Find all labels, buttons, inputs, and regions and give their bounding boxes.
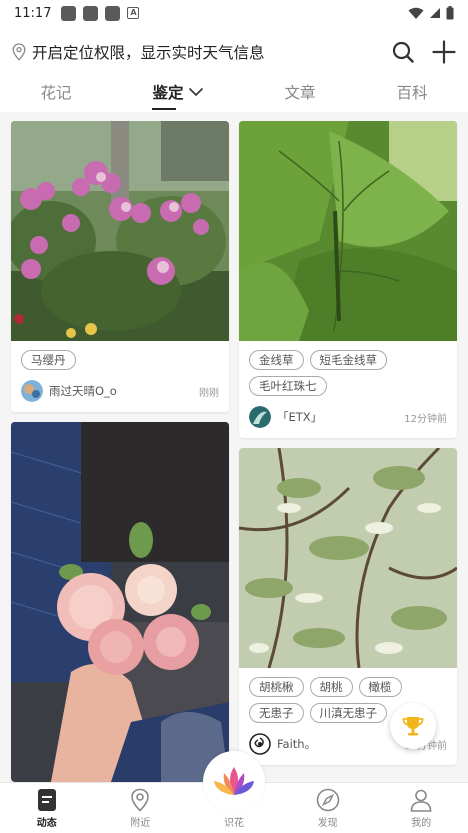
username[interactable]: 雨过天晴O_o [49, 383, 117, 399]
nav-nearby[interactable]: 附近 [110, 788, 170, 829]
battery-icon [446, 6, 454, 20]
post-card[interactable]: 金线草 短毛金线草 毛叶红珠七 「ETX」 12分钟前 [239, 121, 457, 438]
avatar[interactable] [249, 733, 271, 755]
nav-label: 我的 [411, 818, 432, 829]
nav-label: 附近 [130, 818, 151, 829]
signal-icon [430, 8, 440, 18]
species-tag[interactable]: 橄榄 [358, 677, 402, 697]
nav-label: 发现 [317, 818, 338, 829]
tab-label: 花记 [40, 84, 72, 102]
post-image-lantana[interactable] [11, 121, 229, 341]
tab-label: 鉴定 [152, 84, 184, 102]
identify-flower-button[interactable] [202, 751, 265, 813]
nav-feed[interactable]: 动态 [17, 788, 77, 829]
tab-flower-notes[interactable]: 花记 [32, 81, 79, 103]
species-tag[interactable]: 马缨丹 [21, 350, 76, 370]
avatar[interactable] [249, 406, 271, 428]
notification-icon [61, 5, 77, 21]
username[interactable]: 「ETX」 [277, 409, 322, 425]
post-meta: 雨过天晴O_o 刚刚 [11, 372, 229, 412]
active-tab-underline [152, 108, 177, 110]
status-time: 11:17 [14, 5, 52, 21]
post-image-roses[interactable] [11, 422, 229, 782]
feed-column-left: 马缨丹 雨过天晴O_o 刚刚 [11, 121, 229, 782]
location-pin-icon[interactable] [12, 43, 26, 61]
post-card[interactable]: 马缨丹 雨过天晴O_o 刚刚 [11, 121, 229, 412]
nav-label: 动态 [36, 818, 57, 829]
bottom-navigation: 动态 附近 识花 发现 我的 [0, 751, 468, 833]
username[interactable]: Faith。 [277, 736, 316, 752]
wifi-icon [408, 7, 424, 19]
compass-icon [316, 788, 339, 812]
tab-label: 百科 [396, 84, 428, 102]
species-tag[interactable]: 毛叶红珠七 [249, 376, 327, 396]
post-card[interactable] [11, 422, 229, 782]
species-tag[interactable]: 无患子 [249, 703, 304, 723]
add-icon[interactable] [432, 40, 456, 64]
tab-identify[interactable]: 鉴定 [144, 81, 211, 110]
post-time: 刚刚 [199, 387, 219, 399]
header: 开启定位权限，显示实时天气信息 [0, 26, 468, 78]
location-pin-icon [131, 788, 150, 812]
species-tag[interactable]: 川滇无患子 [309, 703, 387, 723]
species-tags: 马缨丹 [11, 341, 229, 372]
status-bar: 11:17 A [0, 0, 468, 26]
notification-a-icon: A [127, 7, 140, 19]
nav-identify-flower[interactable]: 识花 [202, 751, 265, 829]
category-tabs: 花记 鉴定 文章 百科 [0, 72, 468, 112]
feed-icon [37, 789, 56, 811]
species-tag[interactable]: 短毛金线草 [309, 350, 387, 370]
post-image-leaves[interactable] [239, 121, 457, 341]
nav-label: 识花 [223, 818, 244, 829]
lotus-icon [213, 767, 254, 795]
species-tags: 金线草 短毛金线草 毛叶红珠七 [239, 341, 457, 398]
trophy-icon [402, 717, 424, 736]
post-time: 12分钟前 [404, 413, 447, 425]
tab-encyclopedia[interactable]: 百科 [388, 81, 435, 103]
identification-feed: 马缨丹 雨过天晴O_o 刚刚 金线草 短毛金线草 毛叶红珠七 「ETX」 12分… [0, 112, 468, 782]
notification-icon [83, 5, 99, 21]
post-meta: 「ETX」 12分钟前 [239, 398, 457, 438]
leaderboard-button[interactable] [390, 703, 436, 749]
species-tag[interactable]: 金线草 [249, 350, 304, 370]
user-icon [410, 789, 432, 812]
species-tag[interactable]: 胡桃 [309, 677, 353, 697]
tab-label: 文章 [284, 84, 316, 102]
nav-discover[interactable]: 发现 [298, 788, 358, 829]
notification-icon [105, 5, 121, 21]
chevron-down-icon[interactable] [188, 87, 204, 97]
search-icon[interactable] [392, 41, 414, 63]
nav-profile[interactable]: 我的 [391, 788, 451, 829]
post-image-tree[interactable] [239, 448, 457, 668]
location-permission-text[interactable]: 开启定位权限，显示实时天气信息 [32, 41, 265, 63]
species-tag[interactable]: 胡桃楸 [249, 677, 304, 697]
feed-column-right: 金线草 短毛金线草 毛叶红珠七 「ETX」 12分钟前 胡桃楸 胡桃 橄榄 无患… [239, 121, 457, 775]
avatar[interactable] [21, 380, 43, 402]
tab-articles[interactable]: 文章 [276, 81, 323, 103]
